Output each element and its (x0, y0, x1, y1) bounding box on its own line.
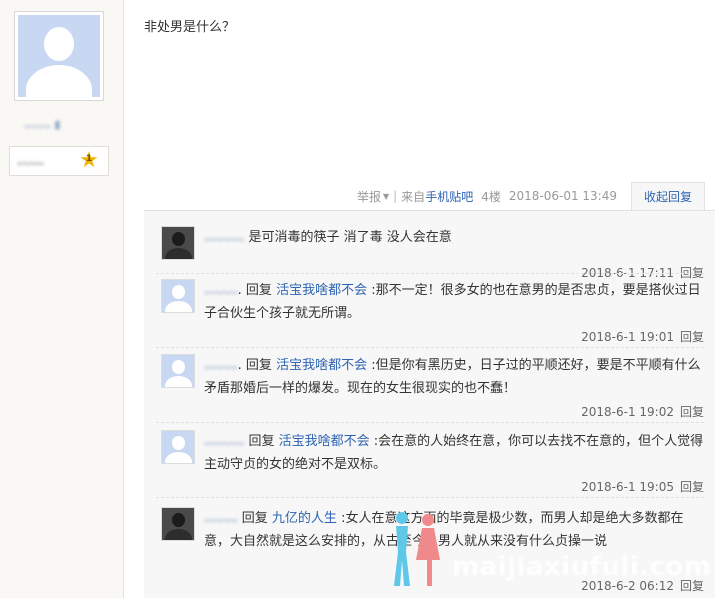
watermark-text: maijiaxiufuli.com (452, 552, 712, 582)
reply-target-link[interactable]: 活宝我啥都不会 (279, 434, 370, 449)
reply-avatar[interactable] (161, 354, 195, 388)
level-number: 1 (85, 154, 93, 164)
reply-username[interactable]: ᴗᴗᴗᴗᴗ (204, 279, 238, 302)
reply-text: ᴗᴗᴗᴗᴗ. 回复 活宝我啥都不会 :那不一定！很多女的也在意男的是否忠贞，要是… (204, 279, 704, 325)
reply-prefix: 回复 (244, 434, 279, 449)
reply-target-link[interactable]: 活宝我啥都不会 (276, 283, 367, 298)
reply-time: 2018-6-1 19:05 (581, 480, 674, 494)
reply-username[interactable]: ᴗᴗᴗᴗᴗᴗ (204, 430, 244, 453)
reply-username[interactable]: ᴗᴗᴗᴗᴗᴗ (204, 226, 244, 249)
reply-avatar[interactable] (161, 226, 195, 260)
client-link[interactable]: 手机贴吧 (425, 188, 473, 205)
reply-target-link[interactable]: 活宝我啥都不会 (276, 358, 367, 373)
reply-avatar[interactable] (161, 430, 195, 464)
couple-logo-icon (394, 512, 440, 586)
reply-username[interactable]: ᴗᴗᴗᴗᴗ (204, 507, 238, 530)
reply-text: ᴗᴗᴗᴗᴗᴗ 是可消毒的筷子 消了毒 没人会在意 (204, 226, 704, 249)
divider (156, 273, 704, 274)
post-datetime: 2018-06-01 13:49 (508, 189, 617, 203)
chevron-down-icon[interactable]: ▼ (383, 192, 389, 201)
reply-button[interactable]: 回复 (680, 330, 704, 344)
user-info-column: ᴗᴗᴗᴗ ▮ ᴗᴗᴗᴗ ★ 1 (0, 0, 124, 598)
divider (156, 497, 704, 498)
report-link[interactable]: 举报 (357, 188, 381, 205)
username[interactable]: ᴗᴗᴗᴗ ▮ (24, 118, 90, 132)
divider (156, 422, 704, 423)
reply-prefix: . 回复 (237, 283, 277, 298)
reply-text: ᴗᴗᴗᴗᴗᴗ 回复 活宝我啥都不会 :会在意的人始终在意，你可以去找不在意的，但… (204, 430, 704, 476)
reply-avatar[interactable] (161, 279, 195, 313)
divider (156, 347, 704, 348)
collapse-replies-button[interactable]: 收起回复 (630, 182, 705, 210)
reply-meta: 2018-6-1 19:01 回复 (581, 328, 704, 345)
reply-avatar[interactable] (161, 507, 195, 541)
reply-meta: 2018-6-1 19:02 回复 (581, 403, 704, 420)
reply-text: ᴗᴗᴗᴗᴗ. 回复 活宝我啥都不会 :但是你有黑历史，日子过的平顺还好，要是不平… (204, 354, 704, 400)
user-avatar[interactable] (14, 11, 104, 101)
reply-button[interactable]: 回复 (680, 480, 704, 494)
post-meta-bar: 举报 ▼ | 来自 手机贴吧 4楼 2018-06-01 13:49 收起回复 (357, 182, 705, 210)
divider: | (393, 189, 398, 203)
watermark: maijiaxiufuli.com (382, 508, 712, 588)
default-avatar-icon (18, 15, 100, 97)
reply-prefix: 回复 (237, 511, 272, 526)
reply-meta: 2018-6-1 19:05 回复 (581, 478, 704, 495)
level-title: ᴗᴗᴗᴗ (17, 155, 44, 168)
reply-target-link[interactable]: 九亿的人生 (272, 511, 337, 526)
reply-body: 是可消毒的筷子 消了毒 没人会在意 (248, 230, 452, 245)
reply-prefix: . 回复 (237, 358, 277, 373)
post-content: 非处男是什么？ (144, 20, 236, 35)
user-level-badge[interactable]: ᴗᴗᴗᴗ ★ 1 (9, 146, 109, 176)
reply-time: 2018-6-1 19:02 (581, 405, 674, 419)
floor-number: 4楼 (481, 189, 501, 204)
reply-button[interactable]: 回复 (680, 405, 704, 419)
reply-time: 2018-6-1 19:01 (581, 330, 674, 344)
from-label: 来自 (401, 189, 426, 204)
reply-username[interactable]: ᴗᴗᴗᴗᴗ (204, 354, 238, 377)
